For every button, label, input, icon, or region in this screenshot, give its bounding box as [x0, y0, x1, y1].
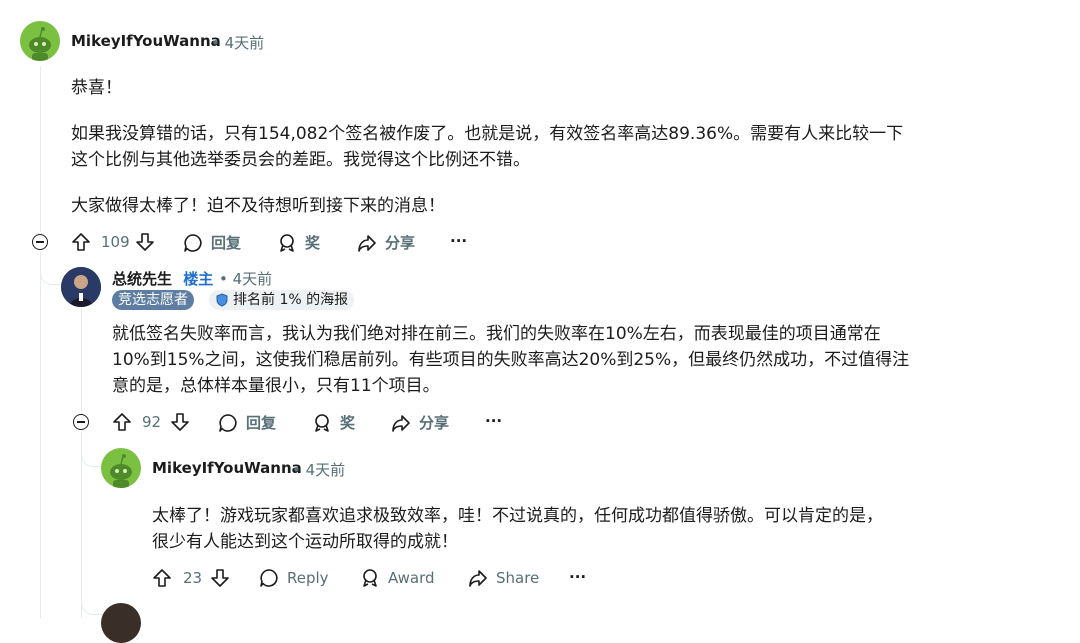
comment-paragraph: 恭喜！ — [71, 78, 122, 98]
award-label: 奖 — [305, 234, 321, 252]
vote-count: 23 — [183, 569, 203, 587]
more-options-button[interactable]: ··· — [569, 568, 586, 586]
downvote-button[interactable] — [210, 568, 230, 588]
speech-bubble-icon — [260, 569, 278, 587]
share-button[interactable]: Share — [468, 568, 539, 588]
reply-label: 回复 — [246, 414, 277, 432]
award-button[interactable]: 奖 — [277, 232, 320, 253]
rank-flair: 排名前 1% 的海报 — [209, 290, 355, 310]
share-arrow-icon — [469, 570, 487, 587]
share-button[interactable]: 分享 — [357, 232, 415, 253]
upvote-button[interactable] — [112, 412, 132, 432]
shield-rank-icon — [216, 293, 228, 307]
share-label: 分享 — [385, 234, 416, 252]
award-label: Award — [388, 569, 435, 587]
snoo-avatar-icon — [110, 454, 132, 488]
speech-bubble-icon — [219, 413, 237, 432]
username[interactable]: 总统先生 楼主 — [112, 268, 213, 289]
share-label: Share — [496, 569, 540, 587]
arrow-down-outline-icon — [171, 413, 189, 431]
user-flair: 竞选志愿者 — [112, 290, 194, 310]
award-ribbon-icon — [315, 413, 329, 432]
timestamp: • 4天前 — [219, 270, 273, 288]
op-badge: 楼主 — [183, 270, 214, 288]
collapse-thread-button[interactable] — [73, 414, 89, 430]
username-text: 总统先生 — [112, 270, 173, 288]
comment-paragraph: 大家做得太棒了！迫不及待想听到接下来的消息！ — [71, 196, 445, 216]
reply-button[interactable]: 回复 — [218, 412, 276, 433]
ellipsis-icon: ··· — [485, 412, 503, 430]
collapse-thread-button[interactable] — [32, 234, 48, 250]
rank-flair-label: 排名前 1% 的海报 — [233, 292, 349, 308]
avatar[interactable] — [20, 21, 60, 61]
timestamp: • 4天前 — [292, 461, 346, 479]
timestamp: • 4天前 — [211, 34, 265, 52]
reply-label: Reply — [287, 569, 329, 587]
reply-button[interactable]: Reply — [259, 568, 329, 588]
award-ribbon-icon — [280, 233, 294, 252]
thread-line-root-lower — [40, 252, 41, 618]
comment-body: 恭喜！ 如果我没算错的话，只有154,082个签名被作废了。也就是说，有效签名率… — [71, 75, 911, 219]
vote-count: 109 — [101, 233, 130, 251]
arrow-up-outline-icon — [113, 413, 131, 431]
downvote-button[interactable] — [135, 232, 155, 252]
comment-paragraph: 如果我没算错的话，只有154,082个签名被作废了。也就是说，有效签名率高达89… — [71, 124, 904, 170]
arrow-up-outline-icon — [72, 233, 90, 251]
comment-paragraph: 太棒了！游戏玩家都喜欢追求极致效率，哇！不过说真的，任何成功都值得骄傲。可以肯定… — [152, 506, 883, 552]
more-options-button[interactable]: ··· — [450, 232, 467, 250]
arrow-down-outline-icon — [211, 569, 229, 587]
more-options-button[interactable]: ··· — [485, 412, 502, 430]
upvote-button[interactable] — [71, 232, 91, 252]
avatar[interactable] — [101, 448, 141, 488]
comment-body: 太棒了！游戏玩家都喜欢追求极致效率，哇！不过说真的，任何成功都值得骄傲。可以肯定… — [152, 503, 892, 555]
award-button[interactable]: Award — [360, 568, 435, 588]
reply-button[interactable]: 回复 — [183, 232, 241, 253]
vote-count: 92 — [142, 413, 162, 431]
share-label: 分享 — [419, 414, 450, 432]
reply-label: 回复 — [211, 234, 242, 252]
thread-line-reply — [81, 308, 82, 414]
snoo-avatar-icon — [29, 27, 51, 61]
award-ribbon-icon — [363, 569, 377, 587]
avatar[interactable] — [61, 267, 101, 307]
comment-body: 就低签名失败率而言，我认为我们绝对排在前三。我们的失败率在10%左右，而表现最佳… — [112, 321, 912, 399]
arrow-down-outline-icon — [136, 233, 154, 251]
arrow-up-outline-icon — [153, 569, 171, 587]
thread-connector-1 — [40, 252, 61, 285]
award-label: 奖 — [340, 414, 356, 432]
ellipsis-icon: ··· — [450, 232, 468, 250]
comment-paragraph: 就低签名失败率而言，我认为我们绝对排在前三。我们的失败率在10%左右，而表现最佳… — [112, 324, 910, 396]
user-avatar-icon — [61, 267, 101, 307]
upvote-button[interactable] — [152, 568, 172, 588]
thread-connector-3 — [81, 590, 102, 615]
share-button[interactable]: 分享 — [391, 412, 449, 433]
thread-connector-2 — [81, 432, 102, 467]
username[interactable]: MikeyIfYouWanna — [71, 32, 221, 50]
avatar[interactable] — [101, 603, 141, 643]
share-arrow-icon — [358, 234, 376, 252]
award-button[interactable]: 奖 — [312, 412, 355, 433]
speech-bubble-icon — [184, 233, 202, 252]
username[interactable]: MikeyIfYouWanna — [152, 459, 302, 477]
downvote-button[interactable] — [170, 412, 190, 432]
share-arrow-icon — [392, 414, 410, 432]
ellipsis-icon: ··· — [569, 568, 587, 586]
thread-line-root — [40, 66, 41, 232]
